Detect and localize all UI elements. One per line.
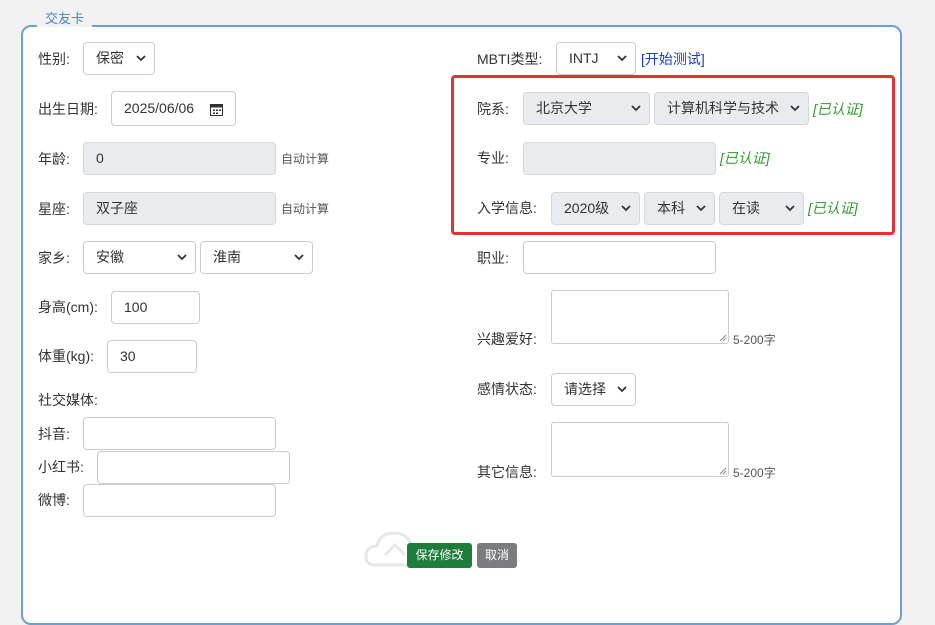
hobby-note: 5-200字	[733, 333, 776, 347]
resize-grip-icon[interactable]	[719, 467, 727, 475]
calendar-icon[interactable]	[210, 103, 223, 116]
department-value: 计算机科学与技术	[667, 100, 779, 116]
province-select[interactable]: 安徽	[83, 241, 196, 274]
chevron-down-icon	[696, 205, 706, 212]
major-verified-badge: [已认证]	[720, 150, 770, 166]
birth-date-value: 2025/06/06	[124, 100, 195, 116]
other-info-textarea[interactable]	[551, 422, 729, 477]
department-select: 计算机科学与技术	[654, 92, 809, 125]
douyin-label: 抖音:	[38, 426, 70, 442]
degree-value: 本科	[657, 200, 685, 216]
save-button[interactable]: 保存修改	[407, 543, 472, 568]
age-note: 自动计算	[281, 152, 330, 166]
mbti-label: MBTI类型:	[477, 51, 543, 67]
job-label: 职业:	[477, 250, 509, 266]
enroll-verified-badge: [已认证]	[808, 200, 858, 216]
mbti-value: INTJ	[569, 50, 599, 66]
chevron-down-icon	[617, 386, 627, 393]
hobby-textarea[interactable]	[551, 290, 729, 344]
resize-grip-icon[interactable]	[719, 334, 727, 342]
school-label: 院系:	[477, 101, 509, 117]
chevron-down-icon	[136, 55, 146, 62]
height-input[interactable]: 100	[111, 291, 200, 324]
start-test-link[interactable]: [开始测试]	[641, 50, 705, 68]
school-verified-badge: [已认证]	[813, 101, 863, 117]
chevron-down-icon	[294, 254, 304, 261]
card-legend: 交友卡	[37, 11, 93, 27]
chevron-down-icon	[631, 105, 641, 112]
major-input	[523, 142, 716, 175]
age-input: 0	[83, 142, 276, 175]
xiaohongshu-label: 小红书:	[38, 459, 84, 475]
weibo-label: 微博:	[38, 492, 70, 508]
weight-label: 体重(kg):	[38, 348, 94, 364]
zodiac-label: 星座:	[38, 201, 70, 217]
city-select[interactable]: 淮南	[200, 241, 313, 274]
age-label: 年龄:	[38, 151, 70, 167]
relationship-value: 请选择	[564, 381, 606, 397]
major-label: 专业:	[477, 150, 509, 166]
hometown-label: 家乡:	[38, 250, 70, 266]
degree-select: 本科	[644, 192, 715, 225]
gender-value: 保密	[96, 50, 124, 66]
chevron-down-icon	[177, 254, 187, 261]
study-status-select: 在读	[719, 192, 804, 225]
zodiac-input: 双子座	[83, 192, 276, 225]
xiaohongshu-input[interactable]	[97, 451, 290, 484]
weight-input[interactable]: 30	[107, 340, 197, 373]
birth-label: 出生日期:	[38, 101, 98, 117]
chevron-down-icon	[621, 205, 631, 212]
gender-select[interactable]: 保密	[83, 42, 155, 75]
mbti-select[interactable]: INTJ	[556, 42, 636, 75]
university-value: 北京大学	[536, 100, 592, 116]
other-info-label: 其它信息:	[477, 464, 537, 480]
enroll-year-value: 2020级	[564, 200, 610, 216]
chevron-down-icon	[790, 105, 800, 112]
job-input[interactable]	[523, 241, 716, 274]
social-media-label: 社交媒体:	[38, 392, 98, 408]
gender-label: 性别:	[38, 51, 70, 67]
university-select: 北京大学	[523, 92, 650, 125]
province-value: 安徽	[96, 249, 124, 265]
enroll-year-select: 2020级	[551, 192, 640, 225]
hobby-label: 兴趣爱好:	[477, 331, 537, 347]
study-status-value: 在读	[732, 200, 760, 216]
enroll-label: 入学信息:	[477, 200, 537, 216]
height-label: 身高(cm):	[38, 299, 98, 315]
douyin-input[interactable]	[83, 417, 276, 450]
zodiac-note: 自动计算	[281, 202, 330, 216]
other-info-note: 5-200字	[733, 466, 776, 480]
city-value: 淮南	[213, 249, 241, 265]
relationship-select[interactable]: 请选择	[551, 373, 636, 406]
birth-date-input[interactable]: 2025/06/06	[111, 91, 236, 126]
chevron-down-icon	[785, 205, 795, 212]
cancel-button[interactable]: 取消	[477, 543, 517, 568]
weibo-input[interactable]	[83, 484, 276, 517]
relationship-label: 感情状态:	[477, 381, 537, 397]
chevron-down-icon	[617, 55, 627, 62]
